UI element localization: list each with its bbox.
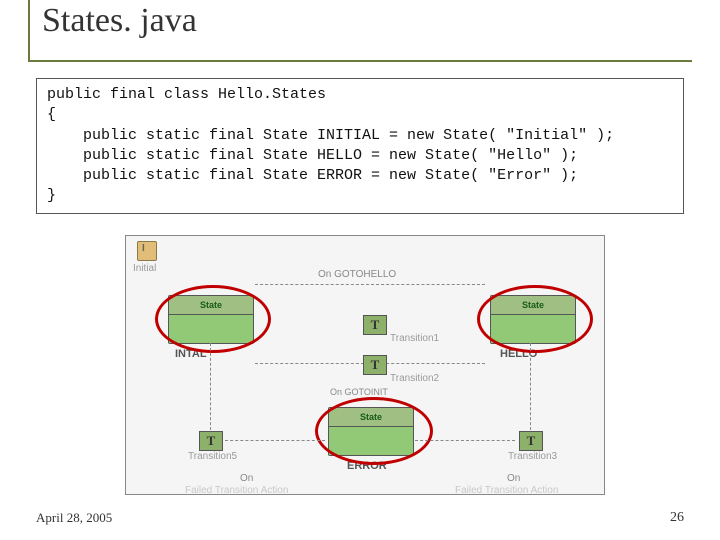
transition2-label: Transition2 — [390, 373, 439, 384]
transition-box: T — [519, 431, 543, 451]
code-block: public final class Hello.States { public… — [36, 78, 684, 214]
failed-ta-right: Failed Transition Action — [455, 485, 558, 496]
slide-title: States. java — [42, 2, 197, 39]
footer-page: 26 — [670, 510, 684, 526]
state-hello: State — [490, 295, 576, 344]
state-body — [491, 315, 575, 343]
transition-box: T — [363, 355, 387, 375]
state-hello-label: HELLO — [500, 348, 537, 360]
failed-ta-left: Failed Transition Action — [185, 485, 288, 496]
on-gotoinit-label: On GOTOINIT — [330, 387, 388, 397]
vline-r — [530, 343, 531, 435]
state-intal: State — [168, 295, 254, 344]
line-l-err — [225, 440, 325, 441]
transition5-label: Transition5 — [188, 451, 237, 462]
on-label-left: On — [240, 473, 253, 484]
transition1-label: Transition1 — [390, 333, 439, 344]
state-diagram: I Initial On GOTOHELLO State INTAL State… — [125, 235, 605, 495]
initial-label: Initial — [133, 263, 156, 274]
state-header: State — [329, 408, 413, 427]
line-r-err — [415, 440, 515, 441]
slide-title-area: States. java — [28, 0, 692, 62]
state-header: State — [169, 296, 253, 315]
initial-marker-i: I — [142, 243, 145, 254]
vline-l — [210, 343, 211, 435]
footer-date: April 28, 2005 — [36, 510, 112, 526]
transition-box: T — [363, 315, 387, 335]
state-error-label: ERROR — [347, 460, 387, 472]
state-error: State — [328, 407, 414, 456]
state-body — [329, 427, 413, 455]
state-header: State — [491, 296, 575, 315]
on-label-right: On — [507, 473, 520, 484]
on-gotohello-label: On GOTOHELLO — [318, 269, 396, 280]
state-body — [169, 315, 253, 343]
line-gotohello — [255, 284, 485, 285]
transition-box: T — [199, 431, 223, 451]
transition3-label: Transition3 — [508, 451, 557, 462]
state-intal-label: INTAL — [175, 348, 207, 360]
initial-marker — [137, 241, 157, 261]
